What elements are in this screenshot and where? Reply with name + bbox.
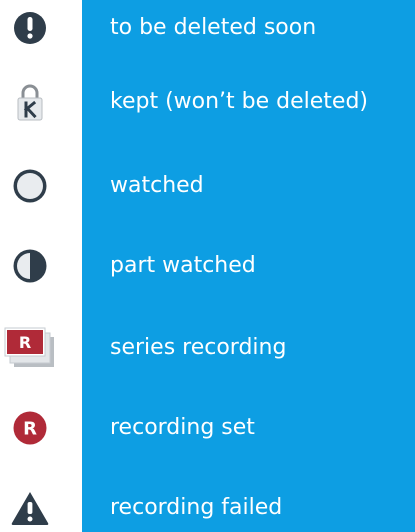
r-circle-letter: R xyxy=(23,419,37,440)
icon-column: R R xyxy=(0,0,82,532)
warning-triangle-icon xyxy=(0,483,60,532)
r-circle-icon: R xyxy=(0,403,60,453)
legend-label-recording-failed: recording failed xyxy=(110,495,283,520)
half-filled-circle-icon xyxy=(0,241,60,291)
label-panel: to be deleted soon kept (won’t be delete… xyxy=(82,0,415,532)
legend-label-recording-set: recording set xyxy=(110,415,255,440)
icon-legend: R R to be deleted soon kept (won’t be de… xyxy=(0,0,415,532)
legend-label-deleted-soon: to be deleted soon xyxy=(110,15,317,40)
stacked-r-icon: R xyxy=(0,323,60,373)
legend-label-watched: watched xyxy=(110,173,204,198)
legend-label-series-recording: series recording xyxy=(110,335,287,360)
stacked-r-letter: R xyxy=(19,333,31,352)
empty-circle-icon xyxy=(0,161,60,211)
legend-label-part-watched: part watched xyxy=(110,253,256,278)
exclamation-circle-icon xyxy=(0,3,60,53)
legend-label-kept: kept (won’t be deleted) xyxy=(110,89,369,114)
padlock-k-icon xyxy=(0,77,60,127)
